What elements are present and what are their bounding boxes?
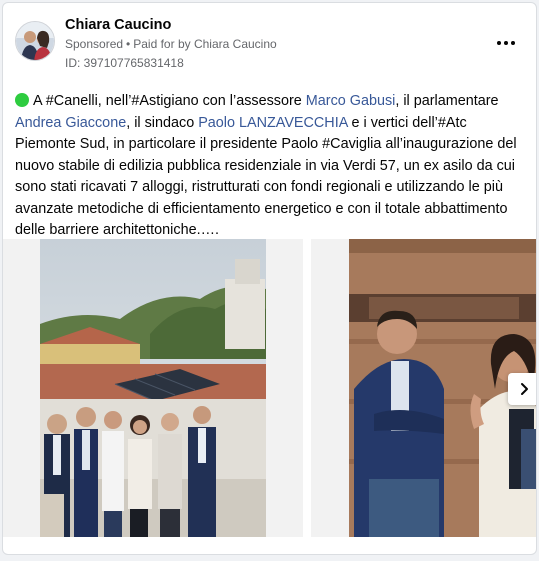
paid-for-by-name[interactable]: Chiara Caucino — [194, 37, 277, 51]
mention-andrea-giaccone[interactable]: Andrea Giaccone — [15, 115, 126, 131]
avatar[interactable] — [15, 21, 55, 61]
more-dot-icon — [511, 41, 515, 45]
text-part-4: e i vertici dell’#Atc Piemonte Sud, in p… — [15, 114, 517, 239]
text-part-2: , il parlamentare — [395, 93, 499, 109]
mention-marco-gabusi[interactable]: Marco Gabusi — [306, 93, 396, 109]
ad-id: ID: 397107765831418 — [65, 56, 184, 70]
more-options-button[interactable] — [494, 33, 518, 53]
paid-for-prefix: Paid for by — [133, 37, 191, 51]
carousel-slide-2[interactable] — [311, 239, 536, 537]
text-part-3: , il sindaco — [126, 114, 199, 131]
sponsored-meta: Sponsored • Paid for by Chiara Caucino — [65, 37, 277, 51]
chevron-right-icon — [521, 383, 528, 395]
post-header: Chiara Caucino Sponsored • Paid for by Chi… — [13, 15, 526, 71]
sponsored-label: Sponsored — [65, 37, 124, 51]
text-part-1: A #Canelli, nell’#Astigiano con l’assess… — [33, 93, 306, 109]
carousel-slide-1[interactable] — [3, 239, 303, 537]
meta-separator: • — [126, 37, 131, 51]
carousel-next-button[interactable] — [508, 373, 536, 405]
post-text: A #Canelli, nell’#Astigiano con l’assess… — [15, 91, 527, 242]
media-carousel — [3, 239, 536, 541]
ad-card: Chiara Caucino Sponsored • Paid for by Chi… — [2, 2, 537, 555]
page-name[interactable]: Chiara Caucino — [65, 17, 171, 33]
green-circle-icon — [15, 93, 29, 107]
more-dot-icon — [497, 41, 501, 45]
more-dot-icon — [504, 41, 508, 45]
group-photo — [40, 239, 266, 537]
mention-paolo-lanzavecchia[interactable]: Paolo LANZAVECCHIA — [198, 115, 347, 131]
